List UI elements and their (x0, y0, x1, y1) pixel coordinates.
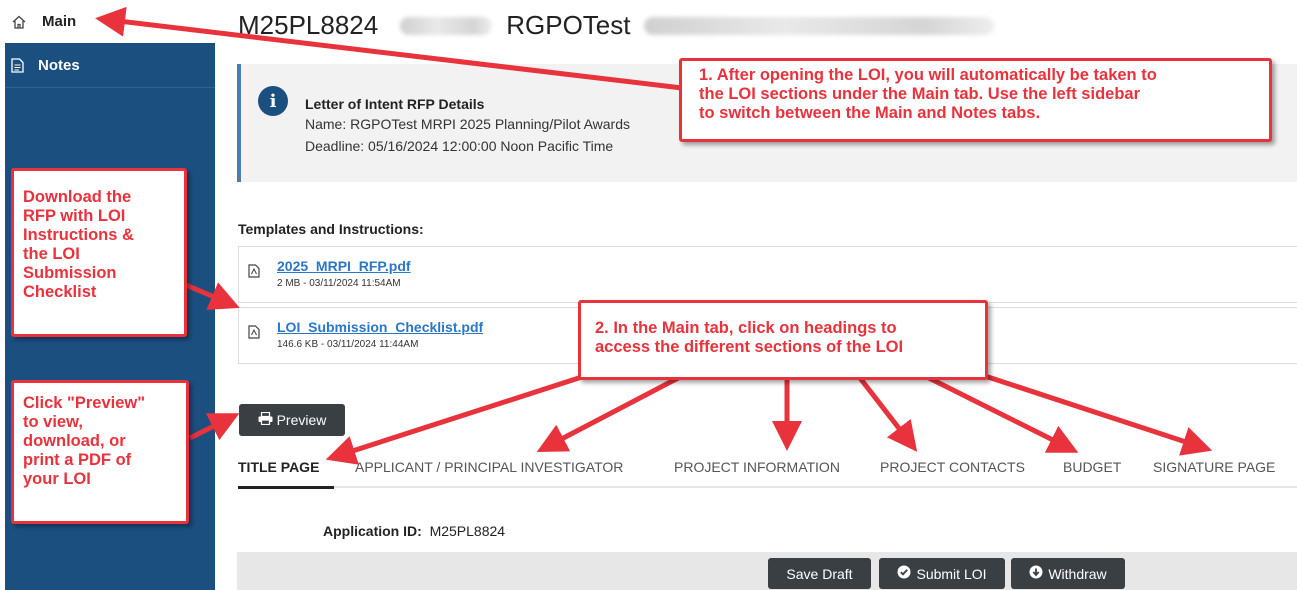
submit-loi-button[interactable]: Submit LOI (879, 558, 1005, 589)
file-link[interactable]: 2025_MRPI_RFP.pdf (277, 258, 411, 274)
tab-signature-page[interactable]: SIGNATURE PAGE (1153, 459, 1275, 475)
callout-line: print a PDF of (23, 451, 132, 469)
callout-line: to view, (23, 413, 83, 431)
file-meta: 2 MB - 03/11/2024 11:54AM (277, 278, 401, 289)
arrow-to-project-contacts (858, 376, 918, 452)
sidebar-item-notes[interactable]: Notes (5, 43, 215, 88)
callout-line: 1. After opening the LOI, you will autom… (699, 66, 1157, 84)
preview-button[interactable]: Preview (239, 404, 345, 436)
document-icon (11, 57, 24, 73)
arrow-to-budget (923, 373, 1079, 453)
callout-line: Instructions & (23, 226, 134, 244)
rfp-details-title: Letter of Intent RFP Details (305, 96, 485, 112)
redacted-text (644, 16, 995, 35)
submit-loi-label: Submit LOI (916, 565, 987, 582)
application-id-label: Application ID: (323, 523, 422, 539)
callout-preview: Click "Preview" to view, download, or pr… (11, 380, 189, 524)
callout-line: RFP with LOI (23, 207, 126, 225)
callout-navigation: 1. After opening the LOI, you will autom… (679, 58, 1272, 142)
callout-line: Download the (23, 188, 132, 206)
callout-line: the LOI sections under the Main tab. Use… (699, 85, 1140, 103)
application-id-value: M25PL8824 (429, 523, 506, 539)
arrow-to-signature-page (984, 373, 1213, 456)
callout-sections: 2. In the Main tab, click on headings to… (578, 300, 988, 380)
save-draft-label: Save Draft (786, 565, 853, 582)
arrow-to-applicant (536, 374, 682, 452)
rfp-deadline: Deadline: 05/16/2024 12:00:00 Noon Pacif… (305, 138, 614, 154)
rfp-name: Name: RGPOTest MRPI 2025 Planning/Pilot … (305, 116, 631, 132)
loi-page: Main Notes M25PL8824 RGPOTest i Letter o… (0, 0, 1297, 590)
check-circle-icon (897, 565, 911, 582)
info-icon: i (258, 86, 288, 116)
redacted-text (400, 16, 493, 35)
file-meta: 146.6 KB - 03/11/2024 11:44AM (277, 339, 419, 350)
tab-applicant[interactable]: APPLICANT / PRINCIPAL INVESTIGATOR (355, 459, 623, 475)
section-tabs: TITLE PAGE APPLICANT / PRINCIPAL INVESTI… (238, 448, 1297, 489)
sidebar-item-notes-label: Notes (38, 56, 80, 74)
arrow-down-circle-icon (1029, 565, 1043, 582)
applicant-name: RGPOTest (506, 10, 631, 40)
file-link[interactable]: LOI_Submission_Checklist.pdf (277, 319, 483, 335)
tab-project-information[interactable]: PROJECT INFORMATION (674, 459, 840, 475)
templates-heading: Templates and Instructions: (238, 221, 424, 237)
print-icon (258, 411, 273, 428)
callout-line: 2. In the Main tab, click on headings to (595, 319, 897, 337)
active-tab-indicator (238, 486, 334, 489)
callout-line: access the different sections of the LOI (595, 338, 904, 356)
callout-line: your LOI (23, 470, 91, 488)
save-draft-button[interactable]: Save Draft (768, 558, 871, 589)
application-id: Application ID: M25PL8824 (323, 523, 505, 539)
action-bar (237, 552, 1297, 590)
file-card: 2025_MRPI_RFP.pdf 2 MB - 03/11/2024 11:5… (238, 246, 1297, 303)
pdf-file-icon (248, 264, 260, 283)
arrow-to-title-page (325, 373, 586, 465)
callout-line: to switch between the Main and Notes tab… (699, 104, 1041, 122)
callout-download: Download the RFP with LOI Instructions &… (11, 168, 187, 337)
tab-budget[interactable]: BUDGET (1063, 459, 1121, 475)
pdf-file-icon (248, 325, 260, 344)
callout-line: Checklist (23, 283, 97, 301)
page-title: M25PL8824 RGPOTest (238, 10, 995, 41)
tab-title-page[interactable]: TITLE PAGE (238, 459, 319, 475)
sidebar-item-main[interactable]: Main (0, 0, 215, 43)
callout-line: Click "Preview" (23, 394, 146, 412)
tab-project-contacts[interactable]: PROJECT CONTACTS (880, 459, 1025, 475)
withdraw-button[interactable]: Withdraw (1011, 558, 1125, 589)
callout-line: the LOI (23, 245, 80, 263)
application-code: M25PL8824 (238, 10, 379, 40)
sidebar-item-main-label: Main (42, 13, 77, 30)
preview-label: Preview (276, 412, 327, 428)
home-icon (12, 15, 26, 29)
withdraw-label: Withdraw (1048, 565, 1107, 582)
callout-line: download, or (23, 432, 126, 450)
callout-line: Submission (23, 264, 117, 282)
